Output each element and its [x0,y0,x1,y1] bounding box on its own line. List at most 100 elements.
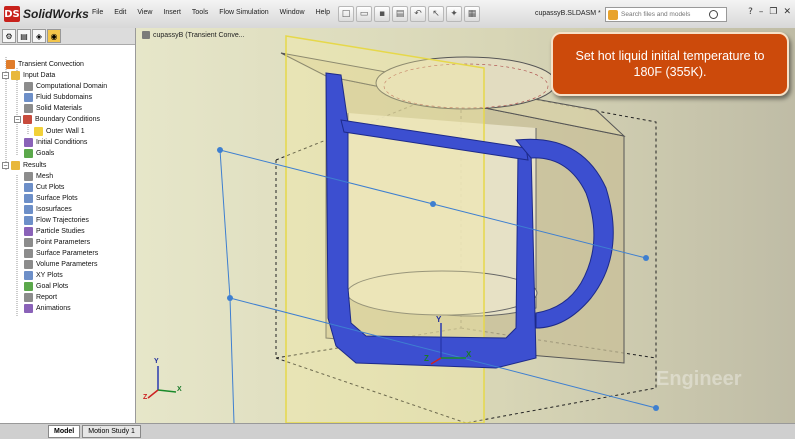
viewport-title-label: cupassyB (Transient Conve... [153,31,245,39]
tree-goals[interactable]: Goals [24,148,54,159]
new-icon[interactable]: □ [338,6,354,22]
rebuild-icon[interactable]: ✦ [446,6,462,22]
options-icon[interactable]: ▦ [464,6,480,22]
point-parameters-icon [24,238,33,247]
input-data-icon [11,71,20,80]
triad-y-label: Y [154,358,159,365]
select-icon[interactable]: ↖ [428,6,444,22]
save-icon[interactable]: ▪ [374,6,390,22]
app-logo[interactable]: DS SolidWorks [4,5,89,23]
tree-xy-plots[interactable]: XY Plots [24,270,63,281]
tab-model[interactable]: Model [48,425,81,438]
menu-view[interactable]: View [137,9,152,16]
tree-fluid-subdomains[interactable]: Fluid Subdomains [24,92,92,103]
collapse-icon[interactable]: – [2,162,9,169]
property-manager-icon[interactable]: ▤ [17,29,31,43]
tree-point-parameters[interactable]: Point Parameters [24,237,90,248]
menu-tools[interactable]: Tools [192,9,208,16]
search-icon[interactable] [709,10,718,19]
menu-insert[interactable]: Insert [163,9,181,16]
tree-results[interactable]: – Results [2,160,46,171]
search-source-icon[interactable] [608,9,618,20]
app-name: SolidWorks [23,7,89,21]
tree-animations[interactable]: Animations [24,303,71,314]
tree-computational-domain[interactable]: Computational Domain [24,81,107,92]
search-input[interactable] [618,9,707,20]
goal-plots-icon [24,282,33,291]
tree-item-label: Surface Plots [36,195,78,202]
title-bar: DS SolidWorks File Edit View Insert Tool… [0,0,795,29]
boundary-conditions-icon [23,115,32,124]
tree-surface-parameters[interactable]: Surface Parameters [24,248,98,259]
tree-item-label: Isosurfaces [36,206,72,213]
tutorial-callout: Set hot liquid initial temperature to 18… [551,32,789,96]
print-icon[interactable]: ▤ [392,6,408,22]
tab-motion-study-1[interactable]: Motion Study 1 [82,425,141,438]
menu-window[interactable]: Window [280,9,305,16]
flow-analysis-icon[interactable]: ◉ [47,29,61,43]
flow-trajectories-icon [24,216,33,225]
xy-plots-icon [24,271,33,280]
minimize-icon[interactable]: – [759,7,764,17]
initial-conditions-icon [24,138,33,147]
tree-mesh[interactable]: Mesh [24,171,53,182]
tree-solid-materials[interactable]: Solid Materials [24,103,82,114]
report-icon [24,293,33,302]
menu-help[interactable]: Help [316,9,330,16]
search-box[interactable] [605,7,727,22]
tree-item-label: Initial Conditions [36,139,88,146]
tree-item-label: Surface Parameters [36,250,99,257]
panel-tabs: ⚙ ▤ ◈ ◉ [0,28,135,45]
quick-toolbar: □ ▭ ▪ ▤ ↶ ↖ ✦ ▦ [338,6,480,22]
assembly-icon [142,31,150,39]
help-icon[interactable]: ? [748,7,753,17]
window-buttons: ? – ❐ ✕ [748,7,791,17]
tree-goal-plots[interactable]: Goal Plots [24,281,68,292]
animations-icon [24,304,33,313]
graphics-viewport[interactable]: Y X Z Y X Z cupassyB (Transient Conve...… [136,28,795,423]
menu-bar: File Edit View Insert Tools Flow Simulat… [92,9,330,16]
tree-flow-trajectories[interactable]: Flow Trajectories [24,215,89,226]
tree-report[interactable]: Report [24,292,57,303]
tree-isosurfaces[interactable]: Isosurfaces [24,204,72,215]
axis-z-label: Z [424,354,429,363]
volume-parameters-icon [24,260,33,269]
collapse-icon[interactable]: – [14,116,21,123]
viewport-title[interactable]: cupassyB (Transient Conve... [142,31,245,39]
collapse-icon[interactable]: – [2,72,9,79]
solid-materials-icon [24,104,33,113]
outer-wall-icon [34,127,43,136]
view-triad [147,366,177,399]
tree-item-label: Solid Materials [36,105,82,112]
feature-manager-icon[interactable]: ⚙ [2,29,16,43]
tree-item-label: Particle Studies [36,228,85,235]
undo-icon[interactable]: ↶ [410,6,426,22]
tree-item-label: Goal Plots [36,283,69,290]
menu-edit[interactable]: Edit [114,9,126,16]
open-icon[interactable]: ▭ [356,6,372,22]
restore-icon[interactable]: ❐ [769,7,777,17]
triad-z-label: Z [143,394,148,401]
tree-cut-plots[interactable]: Cut Plots [24,182,64,193]
tree-volume-parameters[interactable]: Volume Parameters [24,259,97,270]
close-icon[interactable]: ✕ [783,7,791,17]
tree-boundary-conditions[interactable]: – Boundary Conditions [14,114,100,125]
tree-item-label: Mesh [36,173,54,180]
tree-particle-studies[interactable]: Particle Studies [24,226,85,237]
tree-item-label: Computational Domain [36,83,108,90]
tree-root-label: Transient Convection [18,61,84,68]
document-title: cupassyB.SLDASM * [535,10,601,17]
goals-icon [24,149,33,158]
tree-root[interactable]: Transient Convection [6,59,84,70]
menu-flow-simulation[interactable]: Flow Simulation [219,9,268,16]
tree-initial-conditions[interactable]: Initial Conditions [24,137,87,148]
menu-file[interactable]: File [92,9,103,16]
tree-item-label: Volume Parameters [36,261,98,268]
tree-outer-wall-1[interactable]: Outer Wall 1 [34,126,85,137]
tree-input-data[interactable]: – Input Data [2,70,55,81]
fluid-subdomains-icon [24,93,33,102]
triad-x-label: X [177,386,182,393]
configuration-icon[interactable]: ◈ [32,29,46,43]
tree-surface-plots[interactable]: Surface Plots [24,193,78,204]
feature-manager-panel: ⚙ ▤ ◈ ◉ Transient Convection – Input Dat… [0,28,136,423]
